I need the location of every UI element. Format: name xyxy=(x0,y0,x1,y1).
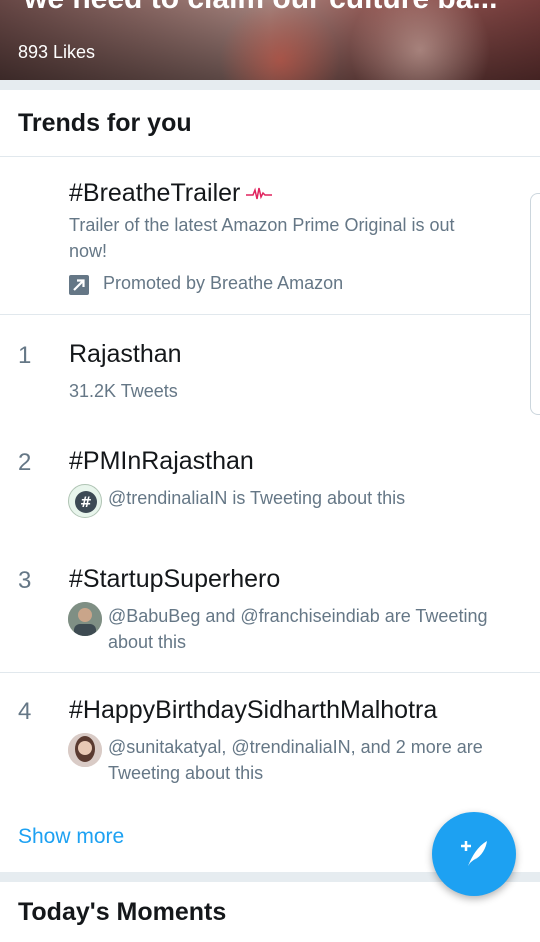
promoted-by-label: Promoted by Breathe Amazon xyxy=(103,273,344,293)
promoted-description-line1: Trailer of the latest Amazon Prime Origi… xyxy=(69,215,455,235)
trend-title: Rajasthan xyxy=(69,340,182,368)
trend-rank: 2 xyxy=(18,449,32,476)
trend-title: #PMInRajasthan xyxy=(69,447,254,475)
trend-title: #StartupSuperhero xyxy=(69,565,281,593)
banner-title: we need to claim our culture ba... xyxy=(24,0,497,16)
trend-title: #HappyBirthdaySidharthMalhotra xyxy=(69,696,438,724)
compose-tweet-icon xyxy=(454,832,494,877)
compose-tweet-button[interactable] xyxy=(432,812,516,896)
avatar xyxy=(68,733,102,767)
moment-banner[interactable]: we need to claim our culture ba... 893 L… xyxy=(0,0,540,80)
trend-rank: 4 xyxy=(18,698,32,725)
trends-header: Trends for you xyxy=(0,90,540,157)
trend-meta-line1: @BabuBeg and @franchiseindiab are Tweeti… xyxy=(108,606,488,626)
trends-card: Trends for you #BreatheTrailer Trailer o… xyxy=(0,90,540,872)
avatar xyxy=(68,602,102,636)
trend-meta-line1: @sunitakatyal, @trendinaliaIN, and 2 mor… xyxy=(108,737,483,757)
show-more-link[interactable]: Show more xyxy=(18,825,124,849)
promoted-arrow-icon xyxy=(69,275,89,295)
trend-rank: 3 xyxy=(18,567,32,594)
trend-meta-line2: Tweeting about this xyxy=(108,763,264,783)
scroll-edge-handle[interactable] xyxy=(530,193,540,415)
heartbeat-icon xyxy=(246,180,273,209)
avatar: # xyxy=(68,484,102,518)
trend-meta: 31.2K Tweets xyxy=(69,381,178,401)
promoted-trend-title: #BreatheTrailer xyxy=(69,179,241,207)
trend-rank: 1 xyxy=(18,342,32,369)
promoted-trend-title-row: #BreatheTrailer xyxy=(69,179,273,209)
svg-text:#: # xyxy=(80,495,92,511)
divider xyxy=(0,672,540,673)
promoted-trend[interactable]: #BreatheTrailer Trailer of the latest Am… xyxy=(0,157,540,315)
trend-meta-line2: about this xyxy=(108,632,187,652)
banner-likes: 893 Likes xyxy=(18,42,96,62)
trend-meta: @trendinaliaIN is Tweeting about this xyxy=(108,488,406,508)
promoted-description-line2: now! xyxy=(69,241,108,261)
moments-title: Today's Moments xyxy=(18,898,227,926)
